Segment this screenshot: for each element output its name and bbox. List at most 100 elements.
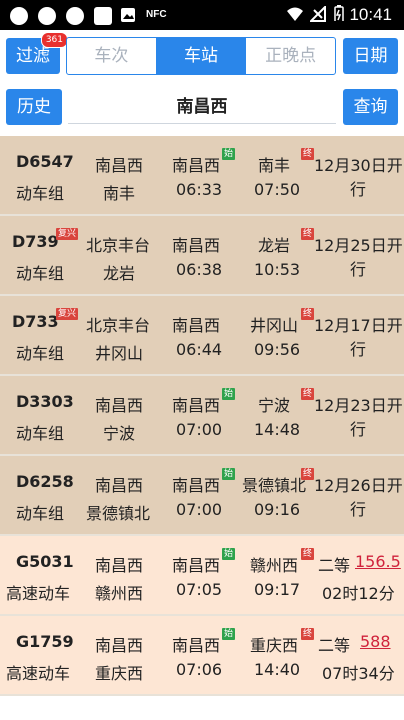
status-bar: NFC 10:41 xyxy=(0,0,404,30)
arrival-time: 09:16 xyxy=(254,500,301,519)
train-type: 动车组 xyxy=(16,184,65,203)
filter-count-badge: 361 xyxy=(40,32,68,48)
date-button[interactable]: 日期 xyxy=(343,38,398,74)
destination-station: 井冈山 xyxy=(95,344,144,363)
start-date-suffix: 行 xyxy=(350,500,367,519)
fuxing-tag: 复兴 xyxy=(56,228,79,240)
train-code: G5031 xyxy=(16,552,74,571)
train-code: D3303 xyxy=(16,392,74,411)
departure-time: 07:00 xyxy=(176,500,223,519)
stop-station: 南昌西 xyxy=(172,476,221,495)
train-code: D739 xyxy=(12,232,59,251)
history-button[interactable]: 历史 xyxy=(6,89,62,125)
ticket-price[interactable]: 588 xyxy=(360,632,391,651)
train-code: D6547 xyxy=(16,152,74,171)
origin-station: 南昌西 xyxy=(95,396,144,415)
start-date: 12月17日开 xyxy=(314,316,403,335)
origin-station: 南昌西 xyxy=(95,156,144,175)
destination-station: 景德镇北 xyxy=(86,504,151,523)
fuxing-tag: 复兴 xyxy=(56,308,79,320)
origin-station: 南昌西 xyxy=(95,636,144,655)
origin-station: 北京丰台 xyxy=(86,316,151,335)
terminal-tag: 终 xyxy=(301,548,315,560)
train-row[interactable]: G1759 高速动车 南昌西 重庆西 南昌西 始 07:06 重庆西 终 14:… xyxy=(0,616,404,696)
train-list: D6547 动车组 南昌西 南丰 南昌西 始 06:33 南丰 终 07:50 … xyxy=(0,136,404,696)
stop-station: 南昌西 xyxy=(172,316,221,335)
departure-time: 07:06 xyxy=(176,660,223,679)
arrival-station: 赣州西 xyxy=(250,556,299,575)
app-icon xyxy=(94,7,112,25)
stop-station: 南昌西 xyxy=(172,236,221,255)
start-date: 12月30日开 xyxy=(314,156,403,175)
clock: 10:41 xyxy=(349,5,392,24)
signal-icon xyxy=(310,6,326,22)
train-row[interactable]: D6547 动车组 南昌西 南丰 南昌西 始 06:33 南丰 终 07:50 … xyxy=(0,136,404,216)
start-date-suffix: 行 xyxy=(350,340,367,359)
origin-station: 北京丰台 xyxy=(86,236,151,255)
tab-train-number[interactable]: 车次 xyxy=(67,38,157,74)
arrival-station: 南丰 xyxy=(258,156,291,175)
train-row[interactable]: G5031 高速动车 南昌西 赣州西 南昌西 始 07:05 赣州西 终 09:… xyxy=(0,536,404,616)
departure-time: 07:05 xyxy=(176,580,223,599)
arrival-time: 09:56 xyxy=(254,340,301,359)
train-row[interactable]: D733 复兴 动车组 北京丰台 井冈山 南昌西 06:44 井冈山 终 09:… xyxy=(0,296,404,376)
terminal-tag: 终 xyxy=(301,228,315,240)
origin-tag: 始 xyxy=(222,388,236,400)
arrival-station: 宁波 xyxy=(258,396,291,415)
start-date: 12月26日开 xyxy=(314,476,403,495)
start-date-suffix: 行 xyxy=(350,420,367,439)
query-mode-tabs: 车次 车站 正晚点 xyxy=(66,37,336,75)
train-type: 高速动车 xyxy=(6,664,71,683)
notification-icon xyxy=(10,7,28,25)
station-input[interactable]: 南昌西 xyxy=(68,91,336,124)
train-type: 动车组 xyxy=(16,264,65,283)
train-row[interactable]: D3303 动车组 南昌西 宁波 南昌西 始 07:00 宁波 终 14:48 … xyxy=(0,376,404,456)
terminal-tag: 终 xyxy=(301,148,315,160)
stop-station: 南昌西 xyxy=(172,396,221,415)
start-date: 12月25日开 xyxy=(314,236,403,255)
train-row[interactable]: D6258 动车组 南昌西 景德镇北 南昌西 始 07:00 景德镇北 终 09… xyxy=(0,456,404,536)
origin-station: 南昌西 xyxy=(95,476,144,495)
train-type: 高速动车 xyxy=(6,584,71,603)
tab-station[interactable]: 车站 xyxy=(156,38,247,74)
travel-duration: 02时12分 xyxy=(322,584,395,603)
ticket-price[interactable]: 156.5 xyxy=(355,552,401,571)
filter-button[interactable]: 过滤 361 xyxy=(6,32,68,74)
destination-station: 龙岩 xyxy=(103,264,136,283)
origin-tag: 始 xyxy=(222,468,236,480)
terminal-tag: 终 xyxy=(301,308,315,320)
arrival-time: 14:48 xyxy=(254,420,301,439)
filter-label: 过滤 xyxy=(16,46,50,66)
train-type: 动车组 xyxy=(16,344,65,363)
arrival-station: 景德镇北 xyxy=(242,476,307,495)
arrival-station: 龙岩 xyxy=(258,236,291,255)
battery-icon xyxy=(334,5,344,21)
train-code: G1759 xyxy=(16,632,74,651)
query-button[interactable]: 查询 xyxy=(343,89,398,125)
destination-station: 赣州西 xyxy=(95,584,144,603)
train-type: 动车组 xyxy=(16,424,65,443)
gallery-icon xyxy=(121,8,135,22)
nfc-label: NFC xyxy=(146,9,167,20)
departure-time: 06:44 xyxy=(176,340,223,359)
arrival-station: 井冈山 xyxy=(250,316,299,335)
notification-icon xyxy=(38,7,56,25)
train-code: D6258 xyxy=(16,472,74,491)
stop-station: 南昌西 xyxy=(172,156,221,175)
tab-delay[interactable]: 正晚点 xyxy=(246,38,335,74)
arrival-station: 重庆西 xyxy=(250,636,299,655)
seat-class: 二等 xyxy=(318,556,351,575)
departure-time: 06:38 xyxy=(176,260,223,279)
train-type: 动车组 xyxy=(16,504,65,523)
departure-time: 06:33 xyxy=(176,180,223,199)
origin-tag: 始 xyxy=(222,548,236,560)
terminal-tag: 终 xyxy=(301,468,315,480)
notification-icon xyxy=(66,7,84,25)
destination-station: 重庆西 xyxy=(95,664,144,683)
start-date: 12月23日开 xyxy=(314,396,403,415)
arrival-time: 07:50 xyxy=(254,180,301,199)
train-row[interactable]: D739 复兴 动车组 北京丰台 龙岩 南昌西 06:38 龙岩 终 10:53… xyxy=(0,216,404,296)
destination-station: 南丰 xyxy=(103,184,136,203)
train-code: D733 xyxy=(12,312,59,331)
seat-class: 二等 xyxy=(318,636,351,655)
